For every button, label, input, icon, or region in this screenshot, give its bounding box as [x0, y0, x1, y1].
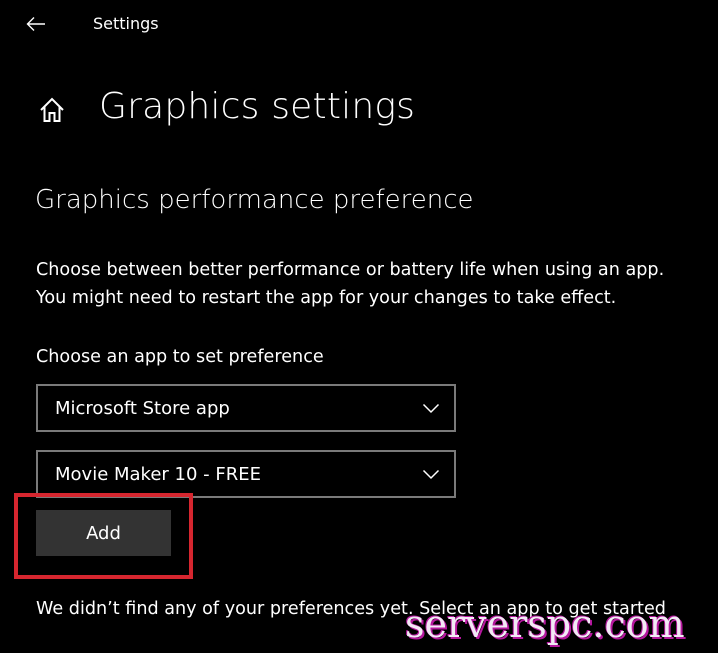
app-type-dropdown[interactable]: Microsoft Store app	[36, 384, 456, 432]
chevron-down-icon	[422, 403, 440, 414]
section-title: Graphics performance preference	[35, 185, 474, 215]
choose-app-label: Choose an app to set preference	[36, 347, 324, 367]
home-button[interactable]	[36, 94, 68, 126]
title-bar: Settings	[0, 0, 718, 48]
app-type-value: Microsoft Store app	[55, 397, 230, 419]
description-line: You might need to restart the app for yo…	[36, 288, 617, 308]
back-button[interactable]	[22, 10, 50, 38]
app-select-dropdown[interactable]: Movie Maker 10 - FREE	[36, 450, 456, 498]
watermark: serverspc.com	[405, 602, 685, 646]
description-line: Choose between better performance or bat…	[36, 260, 665, 280]
window-title: Settings	[93, 14, 159, 33]
app-select-value: Movie Maker 10 - FREE	[55, 463, 261, 485]
page-title: Graphics settings	[99, 86, 416, 127]
highlight-box	[14, 493, 193, 579]
back-arrow-icon	[26, 17, 45, 31]
description: Choose between better performance or bat…	[36, 256, 706, 312]
home-icon	[40, 97, 64, 122]
chevron-down-icon	[422, 469, 440, 480]
